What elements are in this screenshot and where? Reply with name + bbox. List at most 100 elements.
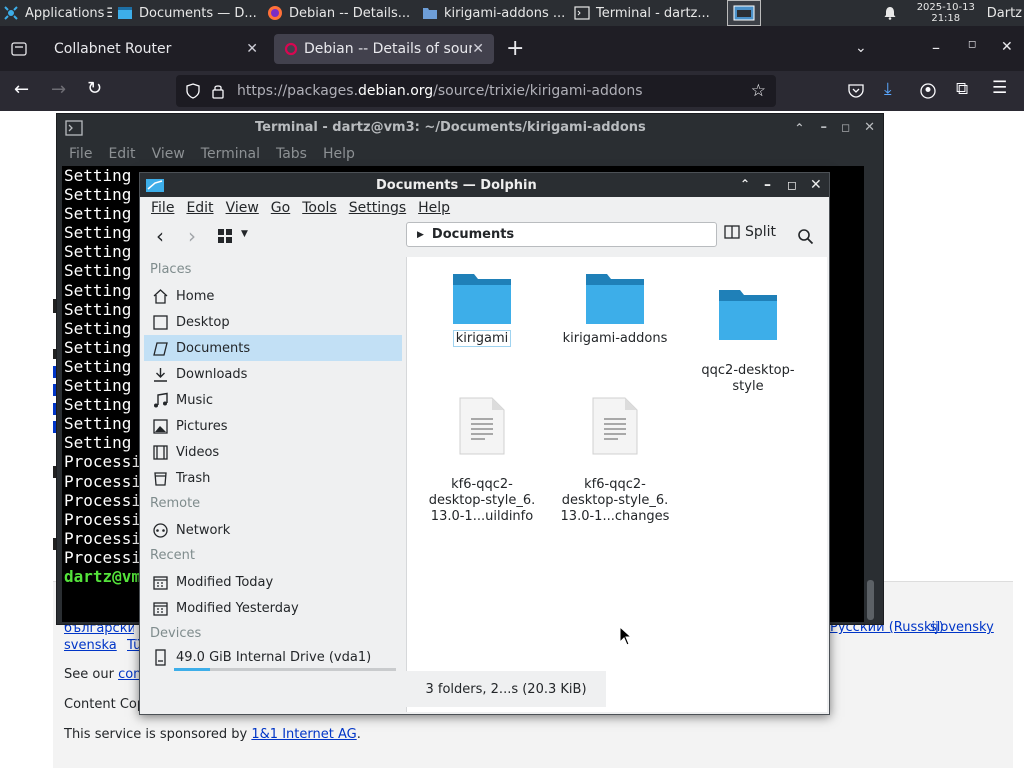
debian-swirl-icon bbox=[284, 42, 298, 56]
menu-edit[interactable]: Edit bbox=[186, 200, 213, 216]
account-icon[interactable] bbox=[920, 83, 936, 99]
extensions-icon[interactable]: ⧉ bbox=[956, 79, 968, 99]
places-item-trash[interactable]: Trash bbox=[144, 465, 402, 491]
places-item-home[interactable]: Home bbox=[144, 283, 402, 309]
close-icon[interactable]: ✕ bbox=[810, 177, 822, 193]
places-item-network[interactable]: Network bbox=[144, 517, 402, 543]
view-mode-icon[interactable] bbox=[217, 228, 233, 244]
places-item-downloads[interactable]: Downloads bbox=[144, 361, 402, 387]
reload-icon[interactable]: ↻ bbox=[87, 78, 102, 99]
minimize-icon[interactable]: – bbox=[932, 38, 940, 57]
forward-icon[interactable]: › bbox=[188, 224, 196, 248]
minimize-icon[interactable]: – bbox=[820, 120, 827, 135]
minimize-icon[interactable]: – bbox=[764, 177, 771, 193]
forward-icon[interactable]: → bbox=[51, 79, 66, 100]
browser-tab[interactable]: Collabnet Router ✕ bbox=[44, 34, 268, 64]
chevron-down-icon[interactable]: ▼ bbox=[241, 229, 248, 239]
browser-tab-label: Debian -- Details of source bbox=[304, 41, 472, 57]
bookmark-star-icon[interactable]: ☆ bbox=[751, 81, 766, 101]
places-item-modified-yesterday[interactable]: Modified Yesterday bbox=[144, 595, 402, 621]
file-view[interactable]: kirigami kirigami-addons qqc2-desktop- s… bbox=[406, 257, 827, 712]
browser-tab-label: Collabnet Router bbox=[54, 41, 172, 57]
applications-menu-button[interactable]: Applications ☰ bbox=[0, 0, 112, 26]
places-item-desktop[interactable]: Desktop bbox=[144, 309, 402, 335]
tab-list-icon[interactable] bbox=[11, 42, 27, 56]
menu-help[interactable]: Help bbox=[418, 200, 450, 216]
breadcrumb-documents[interactable]: Documents bbox=[432, 227, 514, 242]
url-bar[interactable]: https://packages.debian.org/source/trixi… bbox=[176, 75, 776, 107]
search-icon[interactable] bbox=[797, 228, 814, 245]
lock-icon[interactable] bbox=[212, 83, 224, 99]
terminal-titlebar[interactable]: Terminal - dartz@vm3: ~/Documents/kiriga… bbox=[57, 114, 883, 141]
language-link[interactable]: svenska bbox=[64, 638, 117, 653]
menu-settings[interactable]: Settings bbox=[349, 200, 406, 216]
menu-terminal[interactable]: Terminal bbox=[201, 146, 260, 162]
taskbar-item-folder[interactable]: kirigami-addons ... bbox=[417, 0, 569, 26]
dolphin-app-icon bbox=[146, 179, 164, 192]
places-item-music[interactable]: Music bbox=[144, 387, 402, 413]
folder-icon bbox=[586, 274, 644, 324]
file-item-folder[interactable]: kirigami bbox=[417, 273, 547, 347]
close-icon[interactable]: ✕ bbox=[864, 120, 875, 135]
downloads-icon[interactable]: ⤓ bbox=[884, 79, 892, 99]
places-item-internal-drive[interactable]: 49.0 GiB Internal Drive (vda1) bbox=[144, 647, 402, 667]
notification-bell-icon[interactable] bbox=[883, 6, 897, 20]
places-item-pictures[interactable]: Pictures bbox=[144, 413, 402, 439]
back-icon[interactable]: ‹ bbox=[156, 224, 164, 248]
taskbar-item-dolphin[interactable]: Documents — D... bbox=[112, 0, 262, 26]
app-menu-icon[interactable]: ☰ bbox=[992, 78, 1007, 98]
file-item-folder[interactable]: kirigami-addons bbox=[550, 273, 680, 347]
clock[interactable]: 2025-10-13 21:18 bbox=[911, 2, 981, 24]
menu-tabs[interactable]: Tabs bbox=[276, 146, 307, 162]
menu-go[interactable]: Go bbox=[271, 200, 290, 216]
taskbar-item-firefox[interactable]: Debian -- Details... bbox=[262, 0, 417, 26]
close-tab-icon[interactable]: ✕ bbox=[246, 41, 258, 57]
file-item-text[interactable]: kf6-qqc2- desktop-style_6. 13.0-1...chan… bbox=[550, 381, 680, 525]
dolphin-titlebar[interactable]: Documents — Dolphin ⌃ – ◻ ✕ bbox=[140, 173, 829, 197]
url-prefix: https://packages. bbox=[237, 83, 359, 99]
maximize-icon[interactable]: ◻ bbox=[841, 121, 850, 134]
back-icon[interactable]: ← bbox=[14, 79, 29, 100]
file-name: kf6-qqc2- desktop-style_6. 13.0-1...uild… bbox=[428, 477, 536, 524]
sponsor-link[interactable]: 1&1 Internet AG bbox=[251, 727, 356, 742]
maximize-icon[interactable]: ◻ bbox=[968, 39, 976, 50]
list-all-tabs-icon[interactable]: ⌄ bbox=[855, 40, 867, 56]
keep-above-icon[interactable]: ⌃ bbox=[794, 121, 804, 135]
taskbar-item-terminal[interactable]: Terminal - dartz... bbox=[569, 0, 719, 26]
menu-help[interactable]: Help bbox=[323, 146, 355, 162]
places-item-label: Pictures bbox=[176, 418, 228, 434]
top-panel: Applications ☰ Documents — D... Debian -… bbox=[0, 0, 1024, 26]
menu-help-label: Help bbox=[418, 200, 451, 216]
terminal-scrollbar[interactable] bbox=[867, 580, 874, 620]
places-item-modified-today[interactable]: Modified Today bbox=[144, 569, 402, 595]
menu-file[interactable]: File bbox=[151, 200, 174, 216]
browser-tab-active[interactable]: Debian -- Details of source ✕ bbox=[274, 34, 494, 64]
menu-edit[interactable]: Edit bbox=[108, 146, 135, 162]
split-button[interactable]: Split bbox=[724, 224, 776, 240]
close-tab-icon[interactable]: ✕ bbox=[472, 41, 484, 57]
places-item-documents[interactable]: Documents bbox=[144, 335, 402, 361]
clock-date: 2025-10-13 bbox=[916, 2, 975, 13]
new-tab-icon[interactable]: + bbox=[506, 36, 524, 61]
maximize-icon[interactable]: ◻ bbox=[787, 178, 797, 192]
pocket-icon[interactable] bbox=[848, 83, 864, 98]
file-item-text[interactable]: kf6-qqc2- desktop-style_6. 13.0-1...uild… bbox=[417, 381, 547, 525]
sponsor-text: This service is sponsored by 1&1 Interne… bbox=[64, 727, 361, 742]
menu-tools[interactable]: Tools bbox=[302, 200, 337, 216]
system-tray: 2025-10-13 21:18 Dartz bbox=[883, 0, 1024, 26]
menu-view[interactable]: View bbox=[152, 146, 185, 162]
shield-icon[interactable] bbox=[186, 83, 200, 99]
menu-file[interactable]: File bbox=[69, 146, 92, 162]
keep-above-icon[interactable]: ⌃ bbox=[740, 177, 750, 191]
language-link[interactable]: slovensky bbox=[930, 620, 994, 635]
show-desktop-button[interactable] bbox=[727, 0, 761, 26]
user-name[interactable]: Dartz bbox=[987, 6, 1022, 21]
menu-view[interactable]: View bbox=[226, 200, 259, 216]
recent-heading: Recent bbox=[150, 548, 195, 563]
terminal-menubar: File Edit View Terminal Tabs Help bbox=[57, 141, 883, 166]
file-item-folder[interactable]: qqc2-desktop- style bbox=[683, 273, 813, 395]
chevron-right-icon[interactable]: ▶ bbox=[417, 230, 424, 240]
breadcrumb[interactable]: ▶ Documents bbox=[406, 222, 717, 247]
places-item-videos[interactable]: Videos bbox=[144, 439, 402, 465]
close-window-icon[interactable]: ✕ bbox=[1001, 39, 1013, 55]
